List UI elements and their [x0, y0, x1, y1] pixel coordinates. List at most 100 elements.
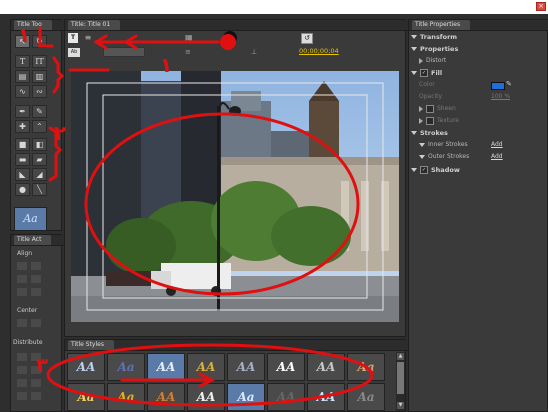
arc-tool-icon[interactable]: ◢ [32, 168, 47, 181]
templates-icon[interactable]: ▦ [185, 33, 195, 43]
inner-strokes-row[interactable]: Inner Strokes [419, 140, 468, 150]
ellipse-tool-icon[interactable]: ● [15, 183, 30, 196]
close-icon[interactable]: × [536, 2, 546, 11]
line-tool-icon[interactable]: ╲ [32, 183, 47, 196]
title-style-swatch[interactable]: AA [147, 383, 185, 411]
title-style-swatch[interactable]: AA [267, 383, 305, 411]
title-properties-tab[interactable]: Title Properties [409, 20, 548, 31]
title-style-swatch[interactable]: AA [267, 353, 305, 381]
distribute-button-2[interactable] [31, 353, 41, 361]
title-style-swatch[interactable]: AA [307, 353, 345, 381]
selection-tool-icon[interactable]: ↖ [15, 35, 30, 48]
convert-anchor-tool-icon[interactable]: ⌃ [32, 120, 47, 133]
rounded-corner-tool-icon[interactable]: ▰ [32, 153, 47, 166]
show-background-video-icon[interactable] [223, 31, 237, 45]
align-bottom-button[interactable] [31, 288, 41, 296]
add-outer-stroke-link[interactable]: Add [491, 153, 503, 160]
new-title-icon[interactable]: T [68, 33, 78, 43]
strokes-section[interactable]: Strokes [411, 128, 545, 139]
distribute-button-6[interactable] [31, 379, 41, 387]
font-family-dropdown[interactable] [103, 47, 145, 57]
title-style-swatch[interactable]: Aa [347, 353, 385, 381]
title-style-swatch[interactable]: Aa [107, 353, 145, 381]
delete-anchor-tool-icon[interactable]: ✎ [32, 105, 47, 118]
sheen-row[interactable]: Sheen [419, 104, 456, 114]
fill-color-swatch[interactable] [491, 82, 505, 90]
title-tools-tab-label: Title Too [14, 20, 52, 30]
distribute-button-8[interactable] [31, 392, 41, 400]
vertical-path-type-tool-icon[interactable]: ∾ [32, 85, 47, 98]
title-tools-tab[interactable]: Title Too [11, 20, 64, 31]
distribute-button-5[interactable] [17, 379, 27, 387]
font-browser-icon[interactable]: Ab [68, 48, 80, 57]
rounded-rectangle-tool-icon[interactable]: ▬ [15, 153, 30, 166]
align-label: Align [17, 250, 33, 257]
styles-scrollbar[interactable]: ▲ ▼ [396, 352, 405, 411]
align-text-left-icon[interactable]: ≡ [185, 48, 195, 56]
texture-checkbox[interactable] [426, 116, 434, 125]
title-style-swatch[interactable]: Aa [347, 383, 385, 411]
area-type-tool-icon[interactable]: ▤ [15, 70, 30, 83]
shadow-checkbox[interactable]: ✓ [420, 166, 428, 174]
pen-tool-icon[interactable]: ✒ [15, 105, 30, 118]
title-styles-tab[interactable]: Title Styles [65, 340, 408, 351]
opacity-value[interactable]: 100 % [491, 93, 510, 100]
title-style-swatch[interactable]: Aa [107, 383, 145, 411]
wedge-tool-icon[interactable]: ◣ [15, 168, 30, 181]
center-vertical-button[interactable] [31, 319, 41, 327]
outer-strokes-row[interactable]: Outer Strokes [419, 152, 469, 162]
transform-label: Transform [420, 33, 458, 41]
distribute-button-1[interactable] [17, 353, 27, 361]
title-style-swatch[interactable]: Aa [227, 383, 265, 411]
shadow-section[interactable]: ✓ Shadow [411, 165, 545, 176]
path-type-tool-icon[interactable]: ∿ [15, 85, 30, 98]
fill-label: Fill [431, 69, 443, 77]
fill-section[interactable]: ✓ Fill [411, 68, 545, 79]
title-style-swatch[interactable]: AA [187, 383, 225, 411]
rectangle-tool-icon[interactable]: ■ [15, 138, 30, 151]
scroll-down-arrow-icon[interactable]: ▼ [397, 402, 404, 409]
video-preview-canvas[interactable] [71, 71, 399, 322]
align-hcenter-button[interactable] [31, 262, 41, 270]
sheen-checkbox[interactable] [426, 104, 434, 113]
distort-row[interactable]: Distort [419, 56, 446, 66]
texture-row[interactable]: Texture [419, 116, 459, 126]
add-inner-stroke-link[interactable]: Add [491, 141, 503, 148]
clipped-corner-tool-icon[interactable]: ◧ [32, 138, 47, 151]
title-actions-tab[interactable]: Title Act [11, 235, 64, 246]
style-preview-swatch[interactable]: Aa [14, 207, 47, 231]
align-vcenter-button[interactable] [31, 275, 41, 283]
distort-label: Distort [426, 57, 447, 64]
scroll-thumb[interactable] [397, 362, 404, 394]
distribute-button-4[interactable] [31, 366, 41, 374]
align-left-button[interactable] [17, 262, 27, 270]
distribute-button-7[interactable] [17, 392, 27, 400]
inner-strokes-label: Inner Strokes [428, 141, 468, 148]
type-tool-icon[interactable]: T [15, 55, 30, 68]
title-style-swatch[interactable]: AA [227, 353, 265, 381]
distribute-label: Distribute [13, 339, 43, 346]
vertical-area-type-tool-icon[interactable]: ▥ [32, 70, 47, 83]
fill-checkbox[interactable]: ✓ [420, 69, 428, 77]
properties-section[interactable]: Properties [411, 44, 545, 55]
title-style-swatch[interactable]: AA [67, 353, 105, 381]
align-right-button[interactable] [17, 288, 27, 296]
scroll-up-arrow-icon[interactable]: ▲ [397, 353, 404, 360]
timecode-display[interactable]: 00;00;00;04 [299, 47, 339, 55]
title-style-swatch[interactable]: AA [187, 353, 225, 381]
title-designer-tab[interactable]: Title: Title 01 [65, 20, 408, 31]
add-anchor-tool-icon[interactable]: ✚ [15, 120, 30, 133]
title-style-swatch[interactable]: AA [147, 353, 185, 381]
transform-section[interactable]: Transform [411, 32, 545, 43]
sync-icon[interactable]: ↺ [301, 33, 313, 44]
roll-crawl-options-icon[interactable]: ≡ [83, 33, 93, 43]
title-style-swatch[interactable]: Aa [67, 383, 105, 411]
rotation-tool-icon[interactable]: ↻ [32, 35, 47, 48]
eyedropper-icon[interactable]: ✎ [506, 80, 512, 88]
title-style-swatch[interactable]: AA [307, 383, 345, 411]
center-horizontal-button[interactable] [17, 319, 27, 327]
distribute-button-3[interactable] [17, 366, 27, 374]
vertical-type-tool-icon[interactable]: IT [32, 55, 47, 68]
align-top-button[interactable] [17, 275, 27, 283]
tab-stops-icon[interactable]: ⊥ [251, 48, 263, 56]
